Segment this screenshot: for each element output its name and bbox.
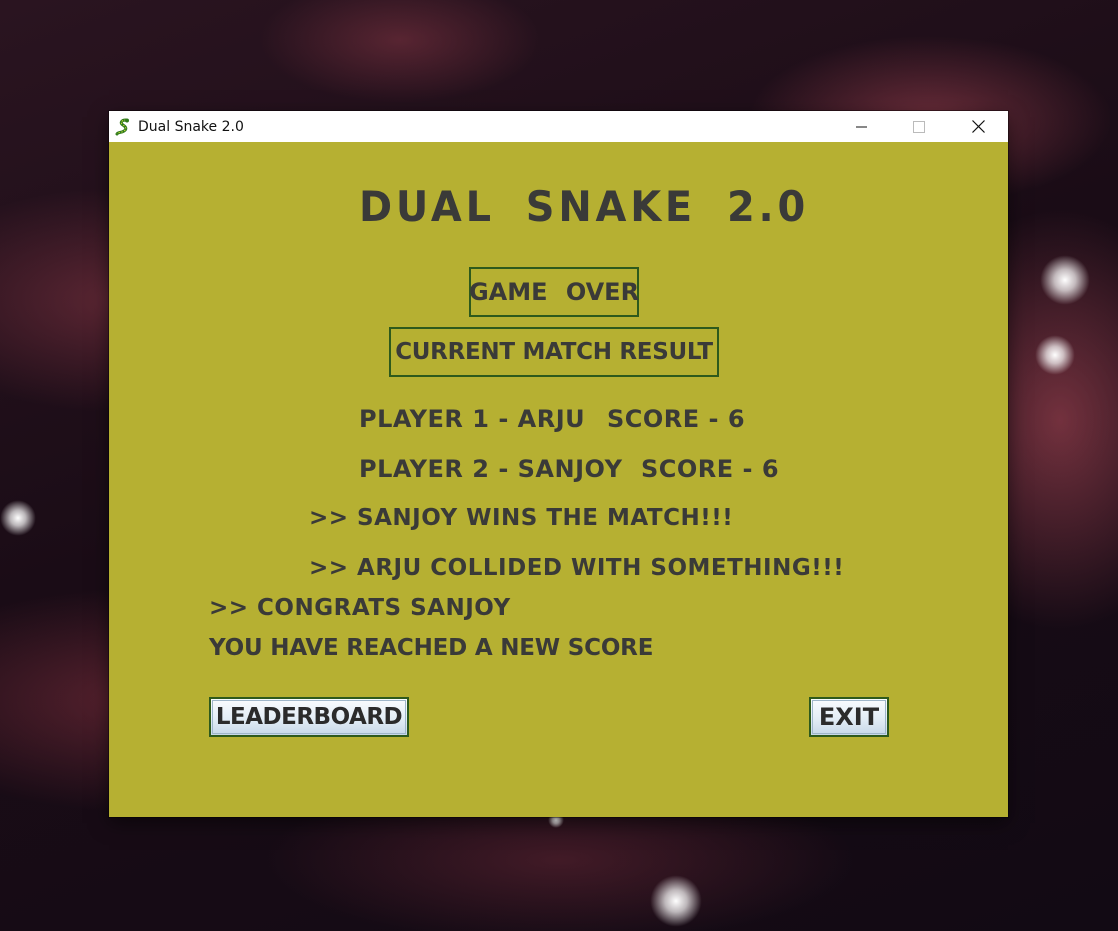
leaderboard-button[interactable]: LEADERBOARD bbox=[209, 697, 409, 737]
exit-button[interactable]: EXIT bbox=[809, 697, 889, 737]
match-result-text: CURRENT MATCH RESULT bbox=[395, 339, 713, 365]
player2-name: PLAYER 2 - SANJOY bbox=[359, 455, 623, 483]
leaderboard-button-label: LEADERBOARD bbox=[215, 704, 403, 730]
player1-score: SCORE - 6 bbox=[607, 405, 746, 433]
maximize-button[interactable] bbox=[890, 111, 948, 142]
player2-score: SCORE - 6 bbox=[641, 455, 780, 483]
game-over-panel: DUAL SNAKE 2.0 GAME OVER CURRENT MATCH R… bbox=[109, 142, 1008, 817]
minimize-icon bbox=[856, 126, 867, 127]
collision-message: >> ARJU COLLIDED WITH SOMETHING!!! bbox=[309, 555, 845, 581]
new-score-message: YOU HAVE REACHED A NEW SCORE bbox=[209, 635, 654, 661]
exit-button-label: EXIT bbox=[818, 703, 880, 731]
app-window: Dual Snake 2.0 DUAL SNAKE 2.0 GAME OVER … bbox=[109, 111, 1008, 817]
congrats-message: >> CONGRATS SANJOY bbox=[209, 595, 511, 621]
game-title: DUAL SNAKE 2.0 bbox=[359, 182, 810, 231]
minimize-button[interactable] bbox=[833, 111, 891, 142]
close-icon bbox=[971, 120, 985, 133]
maximize-icon bbox=[913, 120, 925, 133]
game-over-label: GAME OVER bbox=[469, 267, 639, 317]
player1-name: PLAYER 1 - ARJU bbox=[359, 405, 586, 433]
title-bar[interactable]: Dual Snake 2.0 bbox=[109, 111, 1008, 142]
desktop-light-flare bbox=[650, 875, 702, 927]
winner-message: >> SANJOY WINS THE MATCH!!! bbox=[309, 505, 734, 531]
match-result-heading: CURRENT MATCH RESULT bbox=[389, 327, 719, 377]
desktop-light-flare bbox=[0, 500, 36, 536]
desktop-light-flare bbox=[1035, 335, 1075, 375]
game-over-text: GAME OVER bbox=[468, 278, 640, 306]
window-title: Dual Snake 2.0 bbox=[138, 118, 244, 135]
snake-icon bbox=[115, 118, 129, 135]
close-button[interactable] bbox=[949, 111, 1007, 142]
desktop-light-flare bbox=[1040, 255, 1090, 305]
